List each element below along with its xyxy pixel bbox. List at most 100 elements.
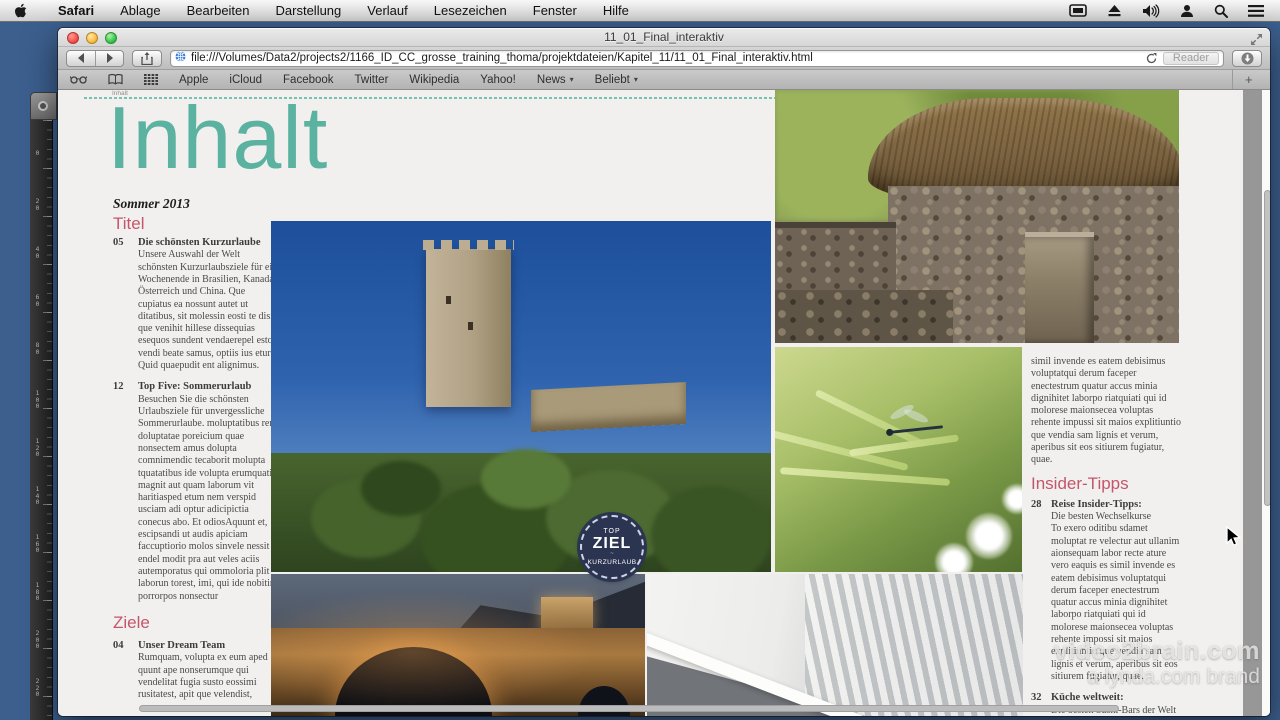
background-app-ruler: 0 20 40 60 80 100 120 140 160 180 200 22… [30, 120, 53, 720]
reading-list-glasses-icon[interactable] [70, 75, 87, 84]
bookmark-label: Apple [179, 73, 209, 86]
toc-entry: 05 Die schönsten Kurzurlaube Unsere Ausw… [113, 237, 279, 372]
toc-entry: 04 Unser Dream Team Rumquam, volupta ex … [113, 640, 279, 702]
ruler-major-ticks [43, 120, 52, 720]
castle-ruin-wall [531, 381, 686, 433]
badge-ornament: ~ [610, 551, 614, 557]
menu-safari[interactable]: Safari [45, 0, 107, 22]
toc-entry-page-number: 12 [113, 381, 124, 393]
bookmark-label: Wikipedia [409, 73, 460, 86]
hut-stone-pillar [1025, 231, 1095, 343]
bookmark-icloud[interactable]: iCloud [229, 74, 262, 86]
bookmark-facebook[interactable]: Facebook [283, 74, 334, 86]
leaf-blade [814, 388, 926, 448]
top-sites-grid-icon[interactable] [144, 74, 158, 85]
eject-icon[interactable] [1107, 4, 1122, 17]
mouse-cursor [1226, 525, 1243, 553]
bookmark-folder-beliebt[interactable]: Beliebt ▾ [595, 74, 638, 86]
history-nav-group [66, 49, 124, 67]
toc-entry-body: Unsere Auswahl der Welt schönsten Kurzur… [138, 249, 278, 372]
back-button[interactable] [67, 51, 95, 66]
forward-button[interactable] [95, 50, 123, 66]
toc-entry-page-number: 32 [1031, 692, 1042, 704]
badge-bottom-label: KURZURLAUB [587, 559, 637, 566]
bookmark-label: iCloud [229, 73, 263, 86]
address-bar[interactable]: file:///Volumes/Data2/projects2/1166_ID_… [170, 49, 1224, 67]
badge-main-label: ZIEL [592, 535, 632, 552]
ruler-label: 60 [35, 293, 40, 308]
window-title: 11_01_Final_interaktiv [604, 30, 724, 44]
toc-entry-body: Rumquam, volupta ex eum aped quunt ape n… [138, 652, 268, 701]
bookmark-label: News [536, 73, 566, 86]
menu-lesezeichen[interactable]: Lesezeichen [421, 0, 520, 22]
close-button[interactable] [67, 31, 79, 44]
menu-bearbeiten[interactable]: Bearbeiten [174, 0, 263, 22]
photo-night-bridge [271, 574, 645, 716]
right-column-intro: simil invende es eatem debisimus volupta… [1031, 356, 1181, 466]
toc-entry-page-number: 28 [1031, 498, 1042, 510]
bookmark-label: Twitter [354, 73, 389, 86]
top-ziel-badge: TOP ZIEL ~ KURZURLAUB [580, 515, 644, 579]
leaf-blade [779, 467, 950, 486]
bookmark-yahoo[interactable]: Yahoo! [480, 74, 516, 86]
ruler-label: 80 [35, 341, 40, 356]
castle-tower [422, 240, 515, 408]
menu-verlauf[interactable]: Verlauf [354, 0, 420, 22]
toc-entry-page-number: 05 [113, 237, 124, 248]
ruler-label: 0 [35, 149, 40, 157]
bookmark-twitter[interactable]: Twitter [355, 74, 389, 86]
fullscreen-icon[interactable] [1251, 32, 1262, 50]
bookmark-apple[interactable]: Apple [179, 74, 208, 86]
notification-list-icon[interactable] [1248, 4, 1264, 17]
bookmark-label: Facebook [283, 73, 334, 86]
reader-button[interactable]: Reader [1162, 51, 1219, 65]
new-tab-button[interactable]: + [1232, 70, 1258, 89]
section-heading-titel: Titel [113, 214, 145, 233]
bookmark-wikipedia[interactable]: Wikipedia [409, 74, 459, 86]
toc-entry-subtitle: Die besten Wechselkurse [1051, 511, 1152, 523]
menu-fenster[interactable]: Fenster [520, 0, 590, 22]
section-heading-insider-tipps: Insider-Tipps [1031, 473, 1129, 493]
bookmark-folder-news[interactable]: News ▾ [537, 74, 574, 86]
toc-entry-title: Küche weltweit: [1051, 692, 1124, 704]
ruler-label: 20 [35, 197, 40, 212]
search-icon[interactable] [1214, 4, 1228, 18]
photo-castle-tower [271, 221, 771, 572]
horizontal-scrollbar-thumb[interactable] [139, 705, 1119, 712]
badge-top-label: TOP [603, 528, 621, 535]
menu-darstellung[interactable]: Darstellung [263, 0, 355, 22]
hut-annex [775, 221, 897, 290]
toc-entry-title: Unser Dream Team [138, 639, 226, 651]
downloads-button[interactable] [1232, 49, 1262, 67]
minimize-button[interactable] [86, 31, 98, 44]
toc-entry-title: Die schönsten Kurzurlaube [138, 237, 261, 248]
bridge-cables [804, 574, 1023, 716]
background-app-panel-tab [30, 92, 57, 120]
hut-foreground-wall [775, 289, 953, 343]
url-text[interactable]: file:///Volumes/Data2/projects2/1166_ID_… [191, 52, 1140, 64]
tree-blob [481, 448, 571, 509]
panel-knob-icon [38, 101, 48, 111]
display-icon[interactable] [1069, 4, 1087, 17]
volume-icon[interactable] [1142, 3, 1160, 18]
toc-entry-body: Besuchen Sie die schönsten Urlaubsziele … [138, 393, 278, 602]
share-button[interactable] [132, 49, 162, 67]
chevron-down-icon: ▾ [569, 75, 574, 84]
toc-entry-page-number: 04 [113, 639, 124, 651]
white-flower [934, 543, 973, 572]
menu-hilfe[interactable]: Hilfe [590, 0, 642, 22]
toc-entry-title: Top Five: Sommerurlaub [138, 381, 252, 393]
reload-icon[interactable] [1146, 52, 1157, 64]
page-favicon-globe-icon [175, 49, 186, 67]
title-bar[interactable]: 11_01_Final_interaktiv [58, 28, 1270, 47]
vertical-scrollbar-thumb[interactable] [1264, 190, 1270, 506]
menu-ablage[interactable]: Ablage [107, 0, 173, 22]
bookmarks-book-icon[interactable] [108, 74, 123, 85]
section-heading-ziele: Ziele [113, 612, 150, 632]
ruler-label: 160 [35, 533, 40, 554]
apple-menu-icon[interactable] [14, 3, 27, 18]
page-title: Inhalt [107, 90, 329, 187]
zoom-button[interactable] [105, 31, 117, 44]
user-icon[interactable] [1180, 4, 1194, 18]
photo-dragonfly [775, 347, 1022, 572]
